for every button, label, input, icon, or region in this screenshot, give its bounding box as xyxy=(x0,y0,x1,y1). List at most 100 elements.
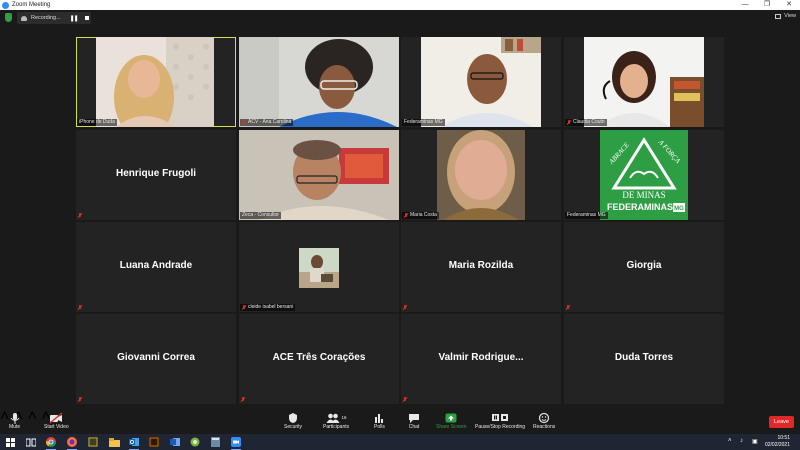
profile-picture xyxy=(299,248,339,288)
participant-name: Giorgia xyxy=(626,260,662,271)
muted-mic-icon xyxy=(241,397,245,402)
view-button[interactable]: View xyxy=(775,13,796,19)
clock-time: 10:51 xyxy=(777,435,790,441)
participant-video xyxy=(437,130,525,220)
share-screen-button[interactable]: Share Screen xyxy=(436,411,467,430)
minimize-icon[interactable]: — xyxy=(734,0,756,10)
participant-video xyxy=(239,130,399,220)
volume-icon[interactable]: ♪ xyxy=(740,438,743,444)
logo-line3: DE MINAS xyxy=(622,190,665,200)
participant-tile-zeca[interactable]: Zeca - Consultor xyxy=(239,130,399,220)
participant-tile-federaminas-1[interactable]: Federaminas MG xyxy=(401,37,561,127)
polls-icon xyxy=(375,413,384,423)
participants-count: 16 xyxy=(341,415,347,420)
muted-mic-icon xyxy=(567,120,571,125)
participant-tile-giovanni[interactable]: Giovanni Correa xyxy=(76,314,236,404)
participant-tile-duda[interactable]: iPhone de Duda xyxy=(76,37,236,127)
participant-name: Maria Rozilda xyxy=(448,260,514,271)
participant-tile-henrique[interactable]: Henrique Frugoli xyxy=(76,130,236,220)
logo-brand-suffix: MG xyxy=(674,206,684,212)
muted-mic-icon xyxy=(78,213,82,218)
meeting-topbar: Recording... ❚❚ View xyxy=(0,10,800,26)
participant-tile-giorgia[interactable]: Giorgia xyxy=(564,222,724,312)
participants-caret-icon[interactable]: ˄ xyxy=(28,408,37,425)
reactions-icon xyxy=(539,412,550,423)
outlook-icon[interactable] xyxy=(128,436,140,450)
muted-mic-icon xyxy=(242,120,246,125)
tray-chevron-icon[interactable]: ˄ xyxy=(728,438,732,444)
taskbar-clock[interactable]: 10:51 02/02/2021 xyxy=(765,435,790,449)
muted-mic-icon xyxy=(566,305,570,310)
participant-tile-valmir[interactable]: Valmir Rodrigue... xyxy=(401,314,561,404)
window-titlebar: Zoom Meeting — ❐ ✕ xyxy=(0,0,800,10)
security-shield-icon[interactable] xyxy=(5,13,12,22)
close-icon[interactable]: ✕ xyxy=(778,0,800,10)
network-icon[interactable]: ▣ xyxy=(752,438,758,445)
participant-name: Duda Torres xyxy=(614,352,674,363)
participant-tile-rozilda[interactable]: Maria Rozilda xyxy=(401,222,561,312)
participant-tile-luana[interactable]: Luana Andrade xyxy=(76,222,236,312)
avatar xyxy=(299,248,339,288)
pause-recording-icon[interactable]: ❚❚ xyxy=(70,15,79,22)
muted-mic-icon xyxy=(78,305,82,310)
app-round-icon[interactable] xyxy=(189,436,201,448)
participant-tile-duda-torres[interactable]: Duda Torres xyxy=(564,314,724,404)
participant-tile-ace[interactable]: ACE Três Corações xyxy=(239,314,399,404)
video-frame xyxy=(239,37,399,127)
participant-name: ACE Três Corações xyxy=(272,352,366,363)
recording-label: Recording... xyxy=(31,15,61,21)
start-video-button[interactable]: Start Video xyxy=(44,411,69,430)
security-button[interactable]: Security xyxy=(284,411,302,430)
participants-icon xyxy=(326,413,340,423)
participant-tile-federaminas-2[interactable]: ABRACE A FORÇA DE MINAS FEDERAMINAS MG F… xyxy=(564,130,724,220)
chrome-icon[interactable] xyxy=(45,436,57,450)
participant-tile-claudia[interactable]: Claudia Couto xyxy=(564,37,724,127)
cloud-recording-icon xyxy=(21,15,27,21)
zoom-meeting-window: Zoom Meeting — ❐ ✕ Recording... ❚❚ View xyxy=(0,0,800,450)
logo-graphic: ABRACE A FORÇA DE MINAS FEDERAMINAS MG xyxy=(600,130,688,220)
participant-name: Henrique Frugoli xyxy=(116,168,196,179)
chat-button[interactable]: Chat xyxy=(408,411,420,430)
reactions-button[interactable]: Reactions xyxy=(533,411,555,430)
security-shield-icon xyxy=(289,412,298,423)
participant-name-label: Federaminas MG xyxy=(565,212,608,219)
mute-button[interactable]: Mute xyxy=(9,411,20,430)
windows-taskbar: ˄ ♪ ▣ 10:51 02/02/2021 xyxy=(0,434,800,450)
logo-brand: FEDERAMINAS xyxy=(607,202,673,212)
participant-tile-maria-costa[interactable]: Maria Costa xyxy=(401,130,561,220)
participant-video xyxy=(96,37,214,127)
start-video-label: Start Video xyxy=(44,424,69,430)
participant-name-label: Claudia Couto xyxy=(565,119,607,126)
video-frame xyxy=(239,130,399,220)
stop-recording-icon[interactable] xyxy=(84,16,89,20)
participant-name: Valmir Rodrigue... xyxy=(438,352,524,363)
participant-tile-cleide[interactable]: cleide isabel bersani xyxy=(239,222,399,312)
fireworks-icon[interactable] xyxy=(87,436,99,448)
view-label: View xyxy=(784,13,796,19)
clock-date: 02/02/2021 xyxy=(764,442,790,448)
participant-tile-ana[interactable]: ACV - Ana Carolina xyxy=(239,37,399,127)
task-view-icon[interactable] xyxy=(25,436,37,448)
illustrator-icon[interactable] xyxy=(148,436,160,448)
participant-name-label: iPhone de Duda xyxy=(77,119,117,126)
pause-stop-icon xyxy=(492,413,509,421)
maximize-icon[interactable]: ❐ xyxy=(756,0,778,10)
pause-stop-recording-button[interactable]: Pause/Stop Recording xyxy=(475,411,525,430)
calculator-icon[interactable] xyxy=(209,436,221,448)
audio-options-caret-icon[interactable]: ˄ xyxy=(0,408,9,425)
participant-name-label: ACV - Ana Carolina xyxy=(240,119,294,126)
reactions-label: Reactions xyxy=(533,424,556,430)
participant-name-label: cleide isabel bersani xyxy=(240,304,296,311)
file-explorer-icon[interactable] xyxy=(108,436,120,448)
muted-mic-icon xyxy=(78,397,82,402)
word-icon[interactable] xyxy=(169,436,181,448)
firefox-icon[interactable] xyxy=(66,436,78,450)
participant-video xyxy=(239,37,399,127)
share-screen-icon xyxy=(445,413,457,422)
participants-button[interactable]: 16 Participants xyxy=(323,411,349,430)
windows-start-icon[interactable] xyxy=(4,436,16,448)
zoom-icon[interactable] xyxy=(230,436,242,450)
leave-button[interactable]: Leave xyxy=(769,416,794,428)
federaminas-logo: ABRACE A FORÇA DE MINAS FEDERAMINAS MG xyxy=(600,130,688,220)
polls-button[interactable]: Polls xyxy=(374,411,385,430)
